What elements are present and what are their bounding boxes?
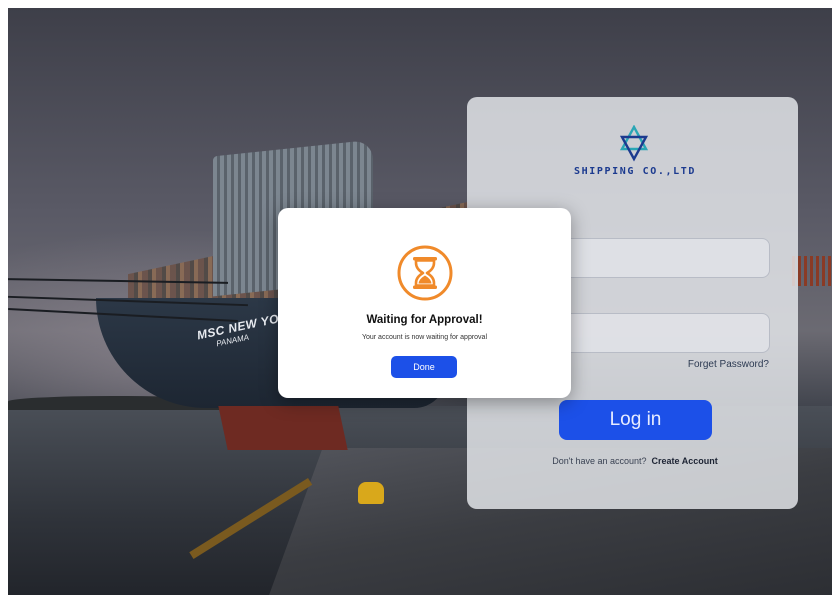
crane	[792, 256, 832, 286]
hourglass-icon	[397, 245, 453, 301]
login-button[interactable]: Log in	[559, 400, 712, 440]
done-button[interactable]: Done	[391, 356, 457, 378]
signup-row: Don't have an account? Create Account	[510, 456, 760, 466]
modal-title: Waiting for Approval!	[366, 314, 483, 326]
username-field[interactable]	[558, 238, 770, 278]
create-account-link[interactable]: Create Account	[652, 456, 718, 466]
no-account-text: Don't have an account?	[552, 456, 647, 466]
brand-name: SHIPPING CO.,LTD	[574, 166, 696, 177]
bollard	[358, 482, 384, 504]
password-field[interactable]	[558, 313, 770, 353]
modal-message: Your account is now waiting for approval	[361, 334, 488, 341]
triangle-star-logo-icon	[620, 125, 648, 162]
forgot-password-link[interactable]: Forget Password?	[660, 359, 769, 370]
ship-hull-keel	[218, 406, 348, 450]
